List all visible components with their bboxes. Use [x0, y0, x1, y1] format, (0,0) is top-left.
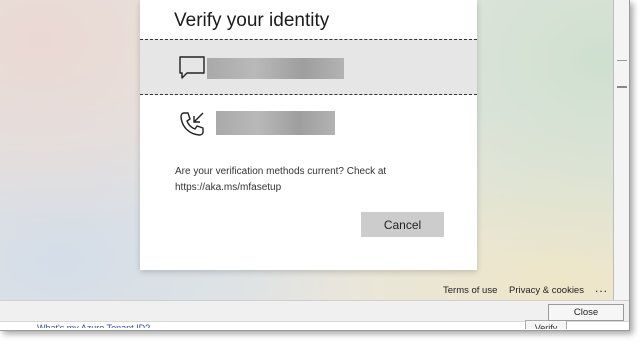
- dialog-title: Verify your identity: [174, 10, 330, 31]
- more-options-button[interactable]: ...: [595, 281, 608, 295]
- verify-button[interactable]: Verify: [525, 320, 567, 329]
- method-text-message[interactable]: [140, 39, 477, 95]
- side-panel-line: [617, 60, 627, 61]
- privacy-cookies-link[interactable]: Privacy & cookies: [509, 285, 584, 296]
- verify-identity-dialog: Verify your identity Are your verificati…: [140, 0, 477, 270]
- cancel-button[interactable]: Cancel: [361, 212, 444, 237]
- bottom-toolbar: What's my Azure Tenant ID? Verify Close: [0, 300, 629, 330]
- verification-info-text: Are your verification methods current? C…: [175, 164, 435, 196]
- tenant-id-link[interactable]: What's my Azure Tenant ID?: [37, 321, 150, 328]
- window-frame: Verify your identity Are your verificati…: [0, 0, 630, 331]
- redacted-phone-number: [207, 58, 344, 79]
- phone-incoming-icon: [180, 112, 204, 136]
- redacted-phone-number: [216, 111, 335, 135]
- side-panel-mark: [617, 86, 627, 88]
- mfa-setup-url: https://aka.ms/mfasetup: [175, 182, 282, 193]
- method-phone-call[interactable]: [140, 96, 477, 152]
- close-button[interactable]: Close: [548, 304, 624, 321]
- chat-bubble-icon: [179, 56, 205, 79]
- side-panel-edge: [613, 0, 629, 300]
- info-line: Are your verification methods current? C…: [175, 166, 387, 177]
- terms-of-use-link[interactable]: Terms of use: [443, 285, 497, 296]
